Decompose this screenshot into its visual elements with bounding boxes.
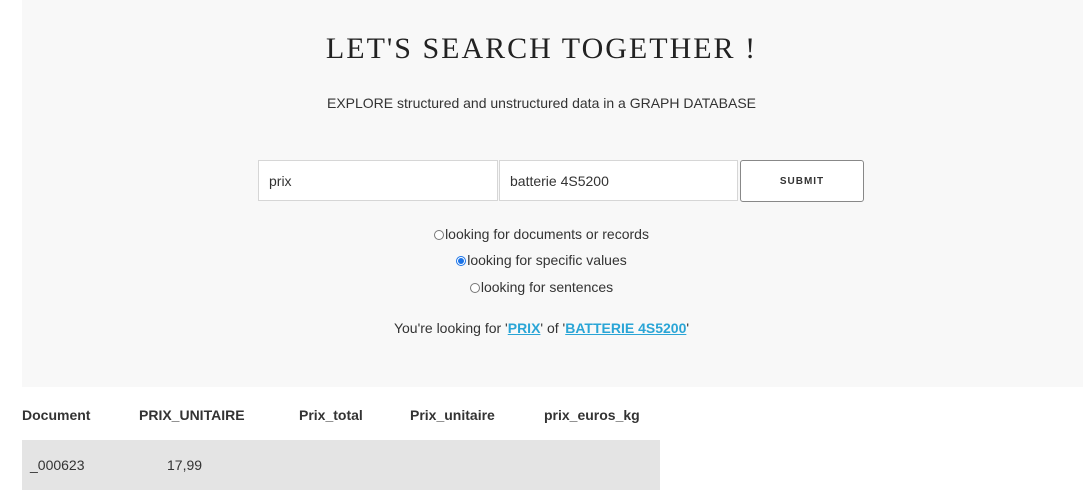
radio-sentences[interactable] xyxy=(469,283,480,293)
col-prix-unitaire: Prix_unitaire xyxy=(410,407,495,423)
summary-term2-link[interactable]: BATTERIE 4S5200 xyxy=(565,320,686,336)
page-subtitle: EXPLORE structured and unstructured data… xyxy=(326,95,756,111)
cell-prix-unitaire xyxy=(410,440,544,490)
page-title: LET'S SEARCH TOGETHER ! xyxy=(325,32,758,65)
radio-documents[interactable] xyxy=(434,230,445,240)
submit-button[interactable]: SUBMIT xyxy=(740,160,864,202)
option-values-row: looking for specific values xyxy=(0,252,1083,268)
summary-prefix: You're looking for ' xyxy=(393,320,508,336)
option-documents-row: looking for documents or records xyxy=(0,226,1083,242)
summary-suffix: ' xyxy=(686,320,690,336)
option-sentences-label: looking for sentences xyxy=(480,279,614,295)
radio-values[interactable] xyxy=(456,256,467,266)
search-summary: You're looking for 'PRIX' of 'BATTERIE 4… xyxy=(0,320,1083,336)
table-row: _000623 17,99 xyxy=(22,440,660,490)
option-sentences[interactable]: looking for sentences xyxy=(469,279,614,295)
option-values[interactable]: looking for specific values xyxy=(456,252,627,268)
col-prix-unitaire-upper: PRIX_UNITAIRE xyxy=(139,407,245,423)
col-prix-euros-kg: prix_euros_kg xyxy=(544,407,640,423)
search-value-input[interactable] xyxy=(499,160,738,201)
summary-term1-link[interactable]: PRIX xyxy=(508,320,541,336)
table-header-row: Document PRIX_UNITAIRE Prix_total Prix_u… xyxy=(22,390,660,440)
search-field-input[interactable] xyxy=(258,160,498,201)
cell-prix-euros-kg xyxy=(544,440,660,490)
cell-document: _000623 xyxy=(22,440,139,490)
option-documents-label: looking for documents or records xyxy=(445,226,649,242)
summary-middle: ' of ' xyxy=(540,320,566,336)
cell-prix-total xyxy=(299,440,410,490)
cell-prix-unitaire-upper: 17,99 xyxy=(139,440,299,490)
col-document: Document xyxy=(22,407,91,423)
col-prix-total: Prix_total xyxy=(299,407,363,423)
option-documents[interactable]: looking for documents or records xyxy=(434,226,649,242)
option-values-label: looking for specific values xyxy=(467,252,627,268)
option-sentences-row: looking for sentences xyxy=(0,279,1083,295)
results-table: Document PRIX_UNITAIRE Prix_total Prix_u… xyxy=(22,390,660,490)
